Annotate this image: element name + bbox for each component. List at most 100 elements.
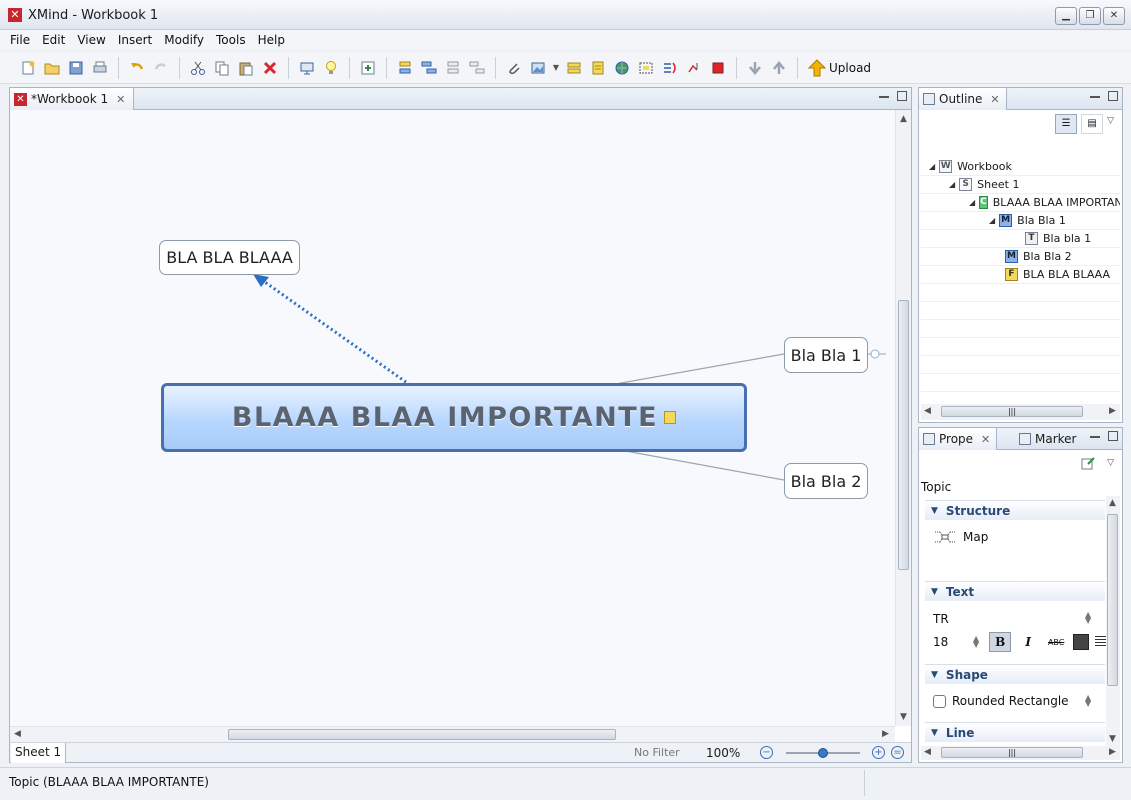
- document-view-icon[interactable]: ▤: [1081, 114, 1104, 134]
- save-icon[interactable]: [66, 58, 86, 78]
- shape-spinner-icon[interactable]: ▲ ▼: [1085, 694, 1091, 708]
- zoom-in-icon[interactable]: +: [872, 746, 885, 759]
- text-section-header[interactable]: ▼ Text: [925, 581, 1105, 601]
- tree-row-central-topic[interactable]: ◢ C BLAAA BLAA IMPORTAN: [921, 194, 1120, 212]
- undo-icon[interactable]: [127, 58, 147, 78]
- tab-outline[interactable]: Outline ✕: [919, 88, 1007, 110]
- outline-scroll-thumb[interactable]: |||: [941, 406, 1083, 417]
- menu-tools[interactable]: Tools: [210, 33, 252, 47]
- floating-topic[interactable]: BLA BLA BLAAA: [159, 240, 300, 275]
- scroll-left-icon[interactable]: ◀: [924, 747, 931, 757]
- bold-button[interactable]: B: [989, 632, 1012, 652]
- scroll-right-icon[interactable]: ▶: [882, 729, 889, 739]
- tab-properties[interactable]: Prope ✕: [919, 428, 998, 450]
- move-up-icon[interactable]: [769, 58, 789, 78]
- close-outline-icon[interactable]: ✕: [990, 93, 999, 106]
- collapse-toggle-icon[interactable]: [870, 349, 880, 359]
- structure-selector[interactable]: Map: [933, 530, 988, 544]
- stop-icon[interactable]: [708, 58, 728, 78]
- horizontal-scroll-thumb[interactable]: [228, 729, 616, 740]
- subtopic-bla-bla-1[interactable]: Bla Bla 1: [784, 337, 868, 373]
- relationship-icon[interactable]: [660, 58, 680, 78]
- properties-scroll-thumb[interactable]: [1107, 514, 1118, 686]
- view-menu-icon[interactable]: ▽: [1107, 114, 1114, 134]
- zoom-level[interactable]: 100%: [706, 746, 740, 760]
- expand-arrow-icon[interactable]: ◢: [949, 180, 955, 189]
- central-topic[interactable]: BLAAA BLAA IMPORTANTE: [161, 383, 747, 452]
- canvas-horizontal-scrollbar[interactable]: ◀ ▶: [10, 726, 895, 742]
- scroll-down-icon[interactable]: ▼: [900, 712, 907, 722]
- zoom-out-icon[interactable]: −: [760, 746, 773, 759]
- upload-button[interactable]: Upload: [808, 58, 871, 77]
- expand-arrow-icon[interactable]: ◢: [969, 198, 975, 207]
- shape-checkbox[interactable]: [933, 694, 946, 708]
- outline-horizontal-scrollbar[interactable]: ◀ ||| ▶: [921, 404, 1120, 420]
- move-down-icon[interactable]: [745, 58, 765, 78]
- tab-marker[interactable]: Marker: [1015, 428, 1082, 450]
- insert-before-icon[interactable]: [443, 58, 463, 78]
- tree-row-workbook[interactable]: ◢ W Workbook: [921, 158, 1120, 176]
- note-marker-icon[interactable]: [664, 411, 677, 424]
- image-icon[interactable]: [528, 58, 548, 78]
- open-folder-icon[interactable]: [42, 58, 62, 78]
- delete-icon[interactable]: [260, 58, 280, 78]
- font-name-selector[interactable]: TR: [933, 612, 949, 626]
- redo-icon[interactable]: [151, 58, 171, 78]
- close-tab-icon[interactable]: ✕: [116, 93, 125, 106]
- canvas-vertical-scrollbar[interactable]: ▲ ▼: [895, 110, 911, 726]
- scroll-right-icon[interactable]: ▶: [1109, 406, 1116, 416]
- hyperlink-icon[interactable]: [612, 58, 632, 78]
- close-properties-icon[interactable]: ✕: [981, 433, 990, 446]
- structure-section-header[interactable]: ▼ Structure: [925, 500, 1105, 520]
- insert-subtopic-icon[interactable]: [419, 58, 439, 78]
- paste-icon[interactable]: [236, 58, 256, 78]
- tree-row-sheet[interactable]: ◢ S Sheet 1: [921, 176, 1120, 194]
- copy-icon[interactable]: [212, 58, 232, 78]
- maximize-panel-icon[interactable]: [1108, 431, 1118, 441]
- image-dropdown-icon[interactable]: ▼: [552, 58, 560, 78]
- tree-row-floating-topic[interactable]: F BLA BLA BLAAA: [921, 266, 1120, 284]
- font-size-value[interactable]: 18: [933, 635, 967, 649]
- export-style-icon[interactable]: [1081, 456, 1095, 470]
- line-section-header[interactable]: ▼ Line: [925, 722, 1105, 742]
- text-color-picker[interactable]: [1073, 634, 1090, 650]
- expand-arrow-icon[interactable]: ◢: [989, 216, 995, 225]
- note-icon[interactable]: [588, 58, 608, 78]
- insert-topic-icon[interactable]: [395, 58, 415, 78]
- sheet-tab-1[interactable]: Sheet 1: [11, 743, 67, 763]
- drill-down-icon[interactable]: [684, 58, 704, 78]
- properties-hscroll-thumb[interactable]: |||: [941, 747, 1083, 758]
- presentation-icon[interactable]: [297, 58, 317, 78]
- vertical-scroll-thumb[interactable]: [898, 300, 909, 570]
- scroll-left-icon[interactable]: ◀: [14, 729, 21, 739]
- subtopic-bla-bla-2[interactable]: Bla Bla 2: [784, 463, 868, 499]
- minimize-panel-icon[interactable]: [1090, 436, 1100, 438]
- tab-workbook-1[interactable]: ✕ *Workbook 1 ✕: [10, 88, 134, 110]
- boundary-icon[interactable]: [564, 58, 584, 78]
- expand-arrow-icon[interactable]: ◢: [929, 162, 935, 171]
- scroll-right-icon[interactable]: ▶: [1109, 747, 1116, 757]
- maximize-panel-icon[interactable]: [1108, 91, 1118, 101]
- maximize-panel-icon[interactable]: [897, 91, 907, 101]
- new-sheet-icon[interactable]: [358, 58, 378, 78]
- tree-row-bla-bla-1-sub[interactable]: T Bla bla 1: [921, 230, 1120, 248]
- view-menu-icon[interactable]: ▽: [1107, 458, 1114, 468]
- close-window-button[interactable]: ✕: [1103, 7, 1125, 25]
- menu-view[interactable]: View: [71, 33, 111, 47]
- properties-vertical-scrollbar[interactable]: ▲ ▼: [1106, 496, 1120, 746]
- attachment-icon[interactable]: [504, 58, 524, 78]
- shape-selector[interactable]: Rounded Rectangle: [933, 694, 1069, 708]
- scroll-down-icon[interactable]: ▼: [1109, 734, 1116, 744]
- font-size-spinner-icon[interactable]: ▲ ▼: [973, 635, 979, 649]
- tree-row-bla-bla-1[interactable]: ◢ M Bla Bla 1: [921, 212, 1120, 230]
- lightbulb-icon[interactable]: [321, 58, 341, 78]
- zoom-fit-icon[interactable]: =: [891, 746, 904, 759]
- scroll-left-icon[interactable]: ◀: [924, 406, 931, 416]
- menu-edit[interactable]: Edit: [36, 33, 71, 47]
- tree-view-icon[interactable]: ☰: [1055, 114, 1078, 134]
- menu-file[interactable]: File: [4, 33, 36, 47]
- menu-modify[interactable]: Modify: [158, 33, 210, 47]
- summary-icon[interactable]: [636, 58, 656, 78]
- cut-icon[interactable]: [188, 58, 208, 78]
- properties-horizontal-scrollbar[interactable]: ◀ ||| ▶: [921, 746, 1120, 760]
